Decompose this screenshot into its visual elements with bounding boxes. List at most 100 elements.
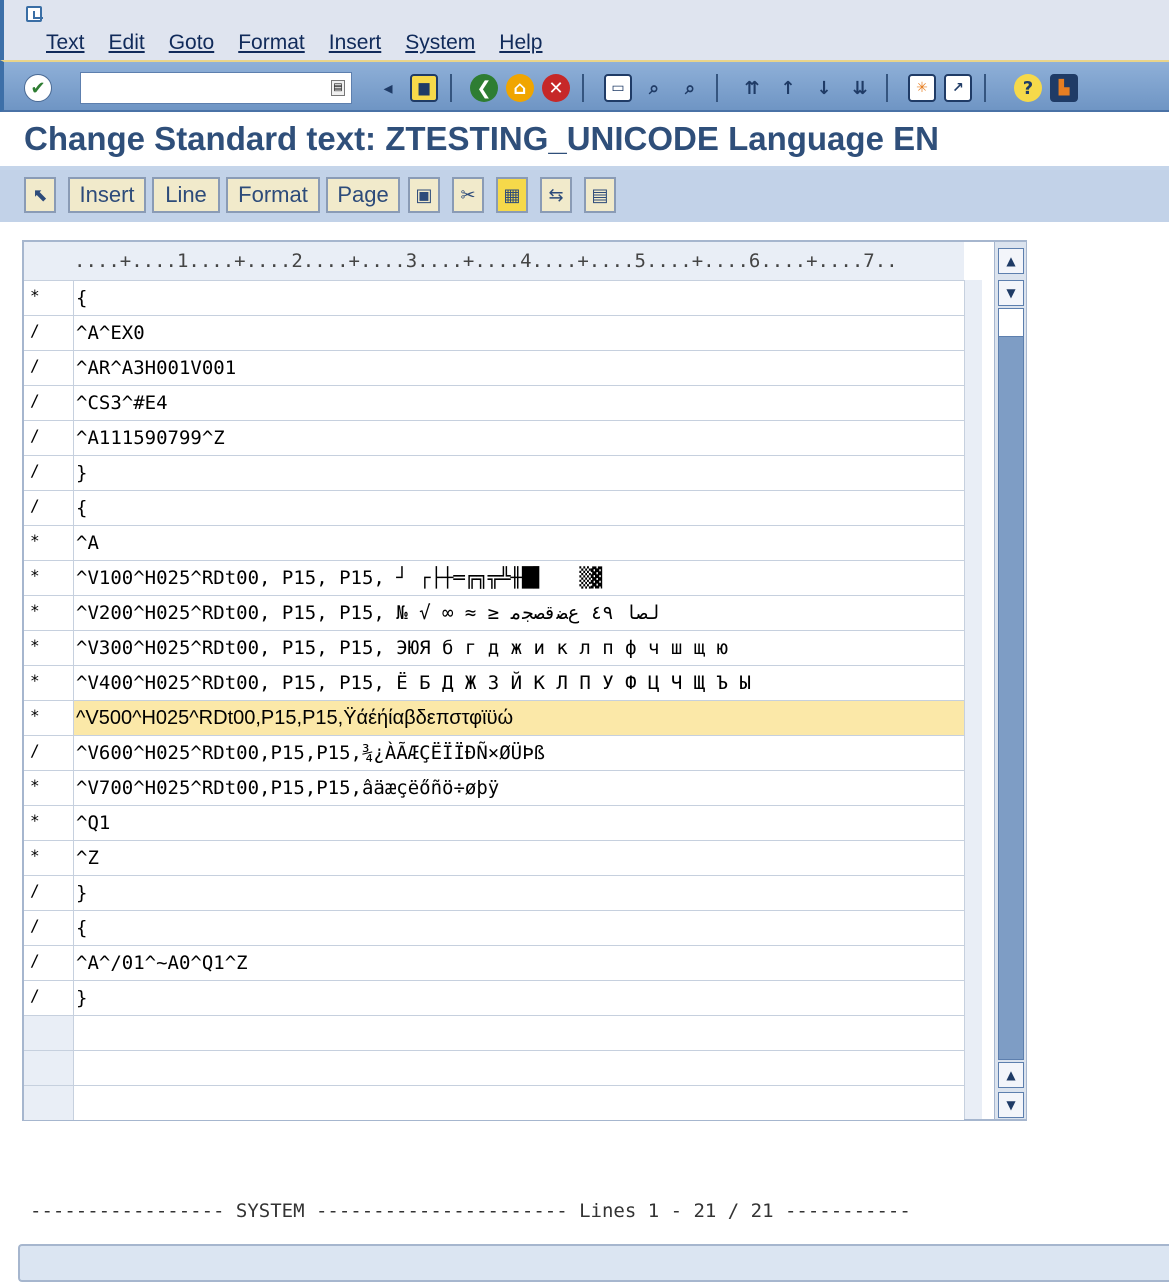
format-column[interactable] xyxy=(24,1086,74,1120)
editor-line[interactable]: /{ xyxy=(24,490,964,525)
new-session-icon[interactable]: ✳ xyxy=(908,74,936,102)
format-column[interactable]: * xyxy=(24,561,74,595)
editor-line[interactable]: * ^V300^H025^RDt00, P15, P15, ЭЮЯ б г д ж… xyxy=(24,630,964,665)
line-text[interactable]: ^A xyxy=(74,526,964,560)
format-column[interactable]: / xyxy=(24,386,74,420)
menu-help[interactable]: Help xyxy=(499,30,542,56)
first-page-icon[interactable]: ⇈ xyxy=(738,74,766,102)
line-text[interactable]: ^V300^H025^RDt00, P15, P15, ЭЮЯ б г д ж … xyxy=(74,631,964,665)
command-field[interactable]: ▤ xyxy=(80,72,352,104)
line-text[interactable]: } xyxy=(74,876,964,910)
insert-button[interactable]: Insert xyxy=(68,177,146,213)
line-text[interactable]: ^V400^H025^RDt00, P15, P15, Ё Б Д Ж З Й … xyxy=(74,666,964,700)
line-text[interactable]: ^A^EX0 xyxy=(74,316,964,350)
format-column[interactable]: * xyxy=(24,666,74,700)
move-icon[interactable]: ⇆ xyxy=(540,177,572,213)
format-button[interactable]: Format xyxy=(226,177,320,213)
format-column[interactable]: * xyxy=(24,701,74,735)
menu-insert[interactable]: Insert xyxy=(329,30,382,56)
line-text[interactable]: ^V200^H025^RDt00, P15, P15, № √ ∞ ≈ ≥ لص… xyxy=(74,596,964,630)
editor-line[interactable]: / ^AR^A3H001V001 xyxy=(24,350,964,385)
line-button[interactable]: Line xyxy=(152,177,220,213)
editor-line[interactable]: * ^A xyxy=(24,525,964,560)
cancel-icon[interactable]: ✕ xyxy=(542,74,570,102)
menu-edit[interactable]: Edit xyxy=(109,30,145,56)
format-column[interactable] xyxy=(24,1051,74,1085)
format-column[interactable]: / xyxy=(24,456,74,490)
previous-page-icon[interactable]: ↑ xyxy=(774,74,802,102)
menu-system[interactable]: System xyxy=(405,30,475,56)
line-text[interactable]: { xyxy=(74,911,964,945)
editor-line[interactable]: /} xyxy=(24,980,964,1015)
scroll-down-icon[interactable]: ▼ xyxy=(998,280,1024,306)
line-text[interactable]: ^A111590799^Z xyxy=(74,421,964,455)
editor-line[interactable]: * ^V400^H025^RDt00, P15, P15, Ё Б Д Ж З Й… xyxy=(24,665,964,700)
format-column[interactable]: * xyxy=(24,771,74,805)
line-text[interactable] xyxy=(74,1016,964,1050)
enter-check-icon[interactable]: ✔ xyxy=(24,74,52,102)
line-text[interactable]: ^Q1 xyxy=(74,806,964,840)
line-text[interactable]: ^CS3^#E4 xyxy=(74,386,964,420)
copy-icon[interactable]: ▦ xyxy=(496,177,528,213)
scroll-thumb[interactable] xyxy=(999,309,1023,337)
format-column[interactable]: / xyxy=(24,491,74,525)
line-text[interactable]: ^V700^H025^RDt00,P15,P15,âäæçëőñö÷øþÿ xyxy=(74,771,964,805)
find-icon[interactable]: ⌕ xyxy=(640,74,668,102)
format-column[interactable]: / xyxy=(24,736,74,770)
print-icon[interactable]: ▭ xyxy=(604,74,632,102)
format-column[interactable]: / xyxy=(24,876,74,910)
menu-text[interactable]: Text xyxy=(46,30,85,56)
editor-line[interactable]: / ^A^EX0 xyxy=(24,315,964,350)
format-column[interactable]: * xyxy=(24,841,74,875)
line-text[interactable] xyxy=(74,1051,964,1085)
editor-line[interactable] xyxy=(24,1050,964,1085)
editor-line[interactable]: / ^A111590799^Z xyxy=(24,420,964,455)
editor-line[interactable]: * ^V700^H025^RDt00,P15,P15,âäæçëőñö÷øþÿ xyxy=(24,770,964,805)
editor-line[interactable]: / ^CS3^#E4 xyxy=(24,385,964,420)
line-text[interactable]: { xyxy=(74,491,964,525)
editor-line[interactable]: / ^V600^H025^RDt00,P15,P15,¾¿ÀÃÆÇËÏÏÐÑ×ØÜ… xyxy=(24,735,964,770)
format-column[interactable]: * xyxy=(24,596,74,630)
line-text[interactable]: ^V600^H025^RDt00,P15,P15,¾¿ÀÃÆÇËÏÏÐÑ×ØÜÞ… xyxy=(74,736,964,770)
help-icon[interactable]: ? xyxy=(1014,74,1042,102)
menu-dropdown-icon[interactable] xyxy=(26,6,43,22)
line-text[interactable]: } xyxy=(74,981,964,1015)
line-text[interactable]: ^V100^H025^RDt00, P15, P15, ┘ ┌├┼═╔╗╦╩╫█… xyxy=(74,561,964,595)
line-text[interactable]: ^A^/01^~A0^Q1^Z xyxy=(74,946,964,980)
editor-line[interactable]: /{ xyxy=(24,910,964,945)
line-text[interactable]: } xyxy=(74,456,964,490)
page-up-icon[interactable]: ▲ xyxy=(998,1062,1024,1088)
editor-line[interactable]: * ^Q1 xyxy=(24,805,964,840)
menu-goto[interactable]: Goto xyxy=(169,30,215,56)
scroll-track[interactable] xyxy=(998,308,1024,1060)
last-page-icon[interactable]: ⇊ xyxy=(846,74,874,102)
vertical-scrollbar[interactable]: ▲ ▼ ▲ ▼ xyxy=(994,242,1026,1119)
command-input[interactable] xyxy=(81,73,317,103)
format-column[interactable]: / xyxy=(24,911,74,945)
paste-icon[interactable]: ▣ xyxy=(408,177,440,213)
format-column[interactable]: / xyxy=(24,946,74,980)
format-column[interactable]: * xyxy=(24,631,74,665)
save-icon[interactable]: ▆ xyxy=(410,74,438,102)
editor-line[interactable]: * ^V500^H025^RDt00,P15,P15,Ÿάέήίαβδεπστφϊ… xyxy=(24,700,964,735)
line-text[interactable]: { xyxy=(74,281,964,315)
shortcut-icon[interactable]: ↗ xyxy=(944,74,972,102)
format-column[interactable]: * xyxy=(24,806,74,840)
cut-icon[interactable]: ✂ xyxy=(452,177,484,213)
back-icon[interactable]: ❮ xyxy=(470,74,498,102)
select-cursor-icon[interactable]: ⬉ xyxy=(24,177,56,213)
editor-line[interactable]: /} xyxy=(24,875,964,910)
next-page-icon[interactable]: ↓ xyxy=(810,74,838,102)
editor-line[interactable]: * ^V100^H025^RDt00, P15, P15, ┘ ┌├┼═╔╗╦╩╫… xyxy=(24,560,964,595)
editor-line[interactable]: * ^Z xyxy=(24,840,964,875)
line-text[interactable]: ^Z xyxy=(74,841,964,875)
format-column[interactable]: * xyxy=(24,281,74,315)
format-column[interactable]: / xyxy=(24,421,74,455)
page-button[interactable]: Page xyxy=(326,177,400,213)
editor-line[interactable] xyxy=(24,1015,964,1050)
format-column[interactable]: / xyxy=(24,316,74,350)
editor-line[interactable] xyxy=(24,1085,964,1120)
find-next-icon[interactable]: ⌕ xyxy=(676,74,704,102)
layout-menu-icon[interactable]: ▙ xyxy=(1050,74,1078,102)
format-column[interactable] xyxy=(24,1016,74,1050)
